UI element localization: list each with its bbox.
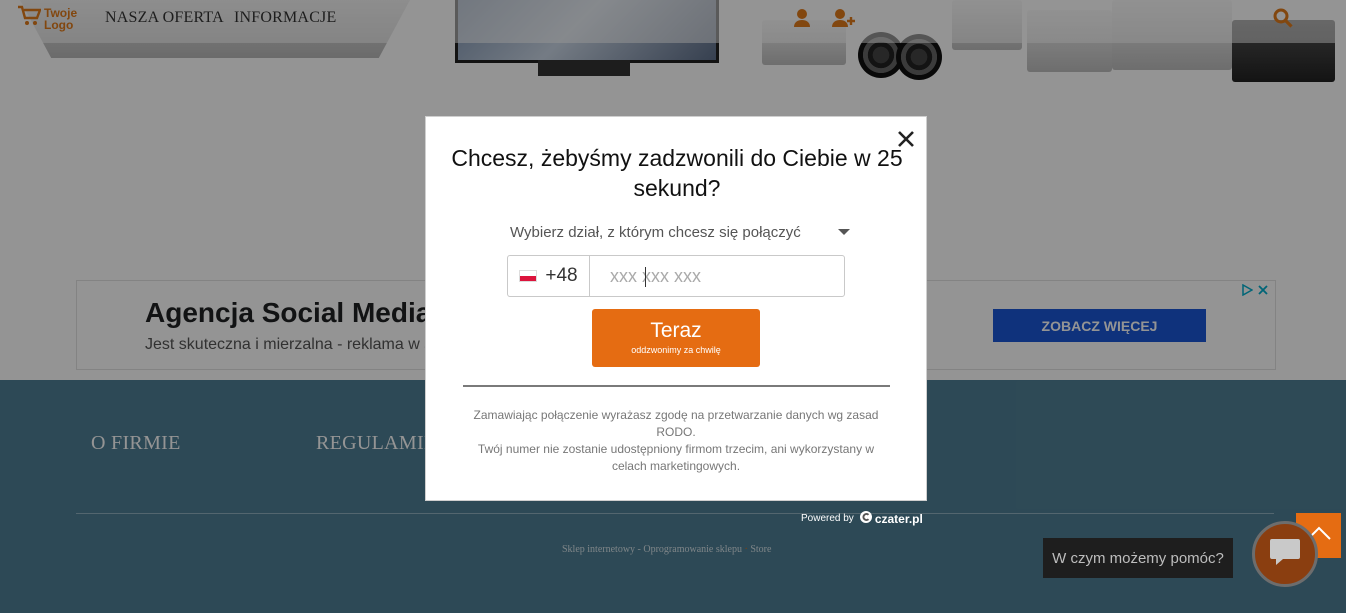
country-prefix-label: +48	[545, 265, 578, 286]
phone-input[interactable]	[590, 256, 844, 296]
modal-title: Chcesz, żebyśmy zadzwonili do Ciebie w 2…	[451, 145, 903, 201]
poland-flag-icon	[519, 270, 538, 282]
chat-icon	[1269, 537, 1301, 572]
powered-by-label: Powered by	[801, 513, 854, 524]
powered-by-brand: czater.pl	[874, 511, 923, 526]
chevron-down-icon	[838, 229, 850, 235]
callback-modal: Chcesz, żebyśmy zadzwonili do Ciebie w 2…	[425, 116, 927, 501]
call-now-sublabel: oddzwonimy za chwilę	[631, 345, 721, 355]
chat-tooltip[interactable]: W czym możemy pomóc?	[1043, 538, 1233, 578]
department-select[interactable]: Wybierz dział, z którym chcesz się połąc…	[510, 220, 850, 244]
chat-launcher-button[interactable]	[1252, 521, 1318, 587]
call-now-label: Teraz	[650, 319, 702, 342]
modal-divider	[463, 385, 890, 387]
czater-logo-icon	[859, 510, 873, 527]
powered-by[interactable]: Powered by czater.pl	[801, 510, 923, 527]
department-select-label: Wybierz dział, z którym chcesz się połąc…	[510, 223, 801, 241]
text-cursor	[645, 267, 646, 287]
consent-line-1: Zamawiając połączenie wyrażasz zgodę na …	[473, 408, 879, 439]
phone-field: +48	[507, 255, 845, 297]
call-now-button[interactable]: Teraz oddzwonimy za chwilę	[592, 309, 760, 367]
country-prefix-select[interactable]: +48	[508, 256, 590, 296]
consent-text: Zamawiając połączenie wyrażasz zgodę na …	[466, 407, 886, 475]
consent-line-2: Twój numer nie zostanie udostępniony fir…	[477, 442, 875, 473]
